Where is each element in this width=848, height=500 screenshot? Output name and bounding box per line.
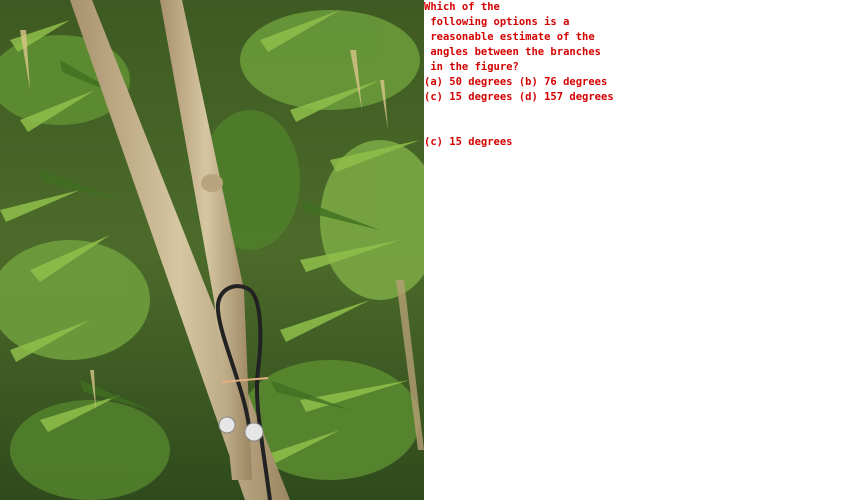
question-line-5: in the figure? [424, 61, 519, 73]
question-line-2: following options is a [424, 16, 570, 28]
question-panel: Which of the following options is a reas… [424, 0, 848, 500]
question-line-1: Which of the [424, 1, 500, 13]
options-line-1: (a) 50 degrees (b) 76 degrees [424, 76, 608, 88]
question-line-3: reasonable estimate of the [424, 31, 595, 43]
answer-text: (c) 15 degrees [424, 136, 513, 148]
options-line-2: (c) 15 degrees (d) 157 degrees [424, 91, 614, 103]
cable-connector-2 [244, 422, 264, 442]
cable-connector-1 [218, 416, 236, 434]
canvas: Which of the following options is a reas… [0, 0, 848, 500]
bamboo-branches-image [0, 0, 424, 500]
bamboo-photo [0, 0, 424, 500]
question-line-4: angles between the branches [424, 46, 602, 58]
